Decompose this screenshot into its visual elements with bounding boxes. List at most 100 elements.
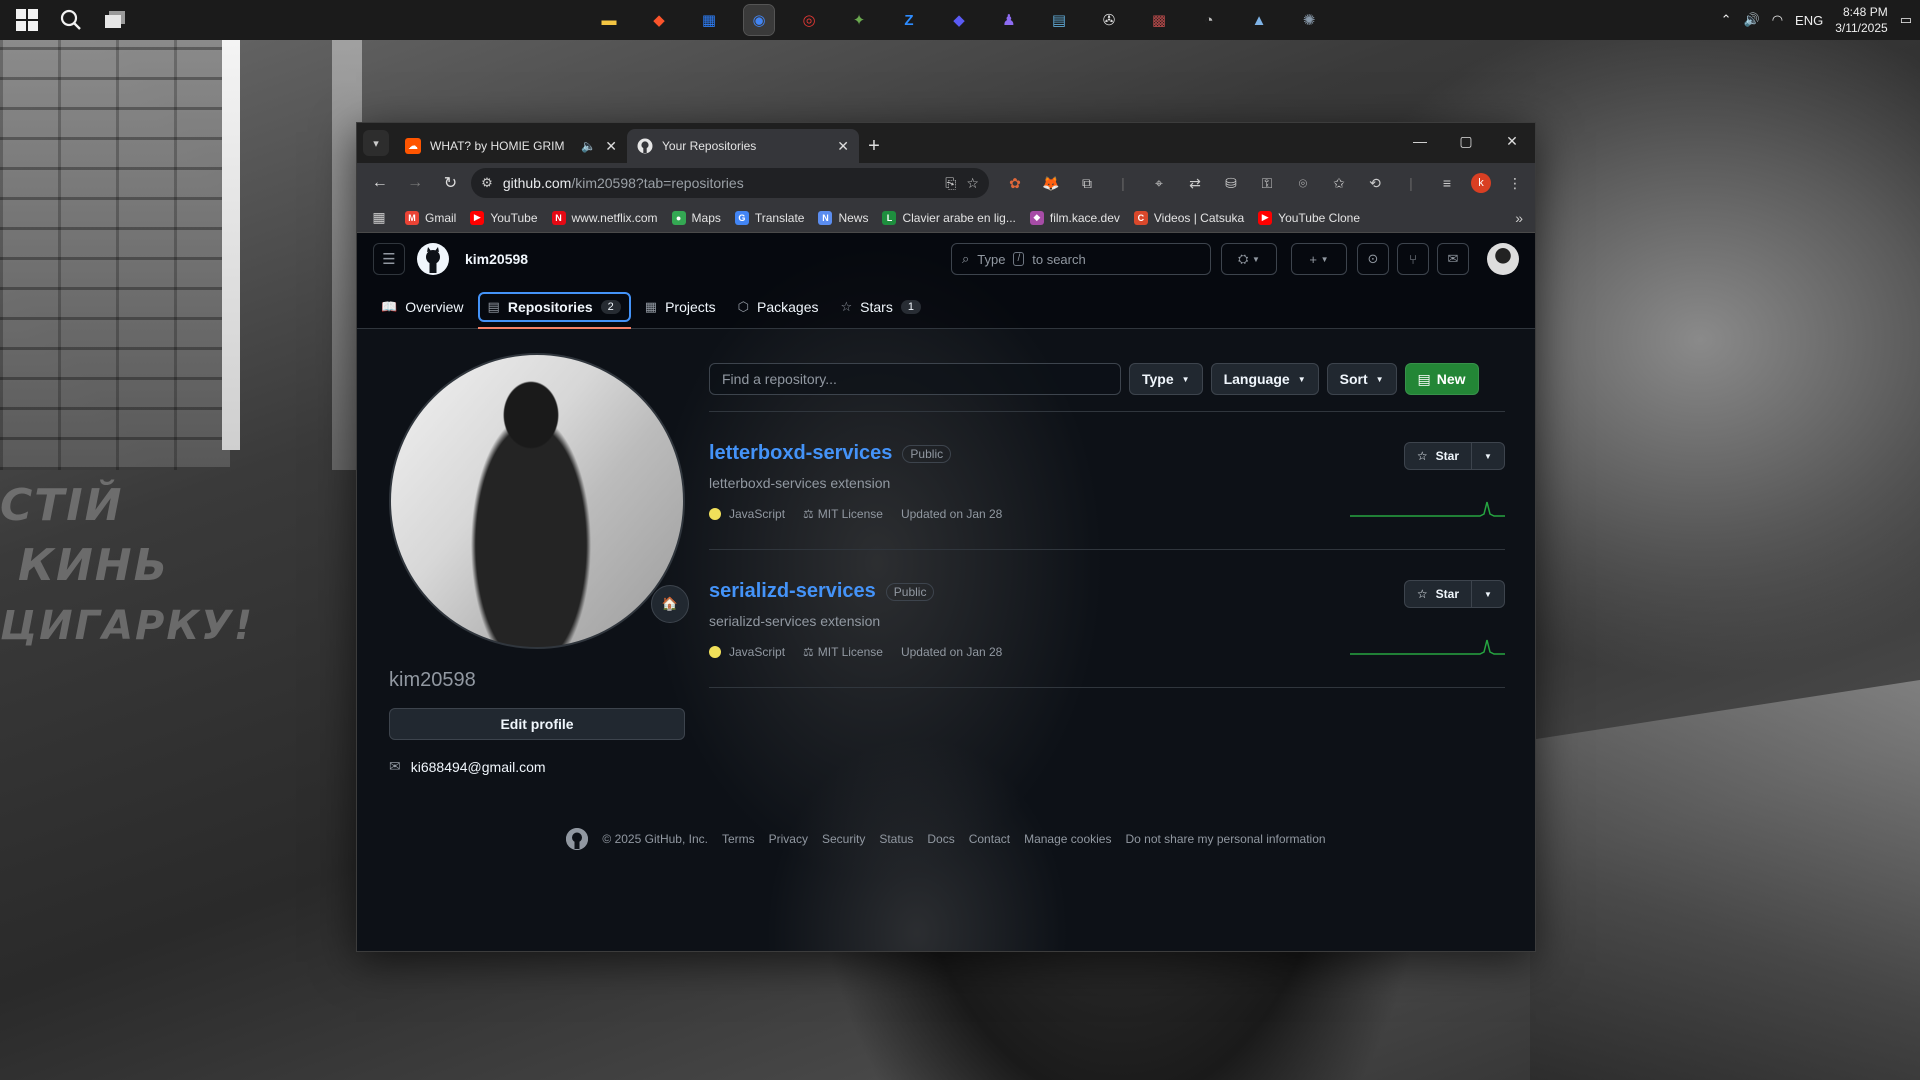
taskbar-app-app-game-icon[interactable]: ▩ — [1144, 5, 1174, 35]
tab-soundcloud[interactable]: ☁ WHAT? by HOMIE GRIM 🔈 ✕ — [395, 129, 627, 163]
repo-license[interactable]: ⚖ MIT License — [803, 507, 883, 521]
bookmark-item[interactable]: ◆ film.kace.dev — [1029, 210, 1120, 225]
media-icon[interactable]: ≡ — [1435, 171, 1459, 195]
language-filter-button[interactable]: Language ▼ — [1210, 363, 1319, 395]
more-menu-icon[interactable]: ⋮ — [1503, 171, 1527, 195]
taskbar-app-app-red-icon[interactable]: ◎ — [794, 5, 824, 35]
address-bar[interactable]: ⚙ github.com/kim20598?tab=repositories ⎘… — [471, 168, 989, 198]
audio-icon[interactable]: 🔈 — [581, 139, 596, 153]
taskbar-app-app-dial-icon[interactable]: ◔ — [1194, 5, 1224, 35]
incognito-icon[interactable]: ⛁ — [1219, 171, 1243, 195]
type-filter-button[interactable]: Type ▼ — [1129, 363, 1203, 395]
taskbar-app-chrome-icon[interactable]: ◉ — [743, 4, 775, 36]
taskbar-app-brave-icon[interactable]: ◆ — [644, 5, 674, 35]
taskbar-app-microsoft-store-icon[interactable]: ▦ — [694, 5, 724, 35]
tab-stars[interactable]: ☆ Stars 1 — [833, 292, 929, 322]
search-icon[interactable] — [56, 5, 86, 35]
extension-1-icon[interactable]: ✿ — [1003, 171, 1027, 195]
inbox-icon[interactable]: ✉ — [1437, 243, 1469, 275]
footer-link[interactable]: Security — [822, 832, 865, 846]
bookmark-item[interactable]: ▶ YouTube — [470, 210, 538, 225]
footer-link[interactable]: Status — [879, 832, 913, 846]
star-button[interactable]: ☆ Star — [1405, 581, 1472, 607]
github-mark-icon[interactable] — [566, 828, 589, 850]
taskbar-app-app-circle-icon[interactable]: ✇ — [1094, 5, 1124, 35]
volume-icon[interactable]: 🔊 — [1744, 12, 1760, 28]
profile-avatar-large[interactable] — [389, 353, 685, 649]
create-new-button[interactable]: + ▼ — [1291, 243, 1347, 275]
email-link[interactable]: ki688494@gmail.com — [411, 759, 546, 775]
passwords-icon[interactable]: ⚿ — [1255, 171, 1279, 195]
tab-overview[interactable]: 📖 Overview — [373, 292, 472, 322]
taskbar-app-app-purple-icon[interactable]: ♟ — [994, 5, 1024, 35]
language-indicator[interactable]: ENG — [1795, 13, 1823, 28]
header-avatar[interactable] — [1487, 243, 1519, 275]
status-emoji[interactable]: 🏠 — [651, 585, 689, 623]
taskbar-app-file-explorer-icon[interactable]: ▬ — [594, 5, 624, 35]
tab-search-button[interactable]: ▾ — [363, 130, 389, 156]
bookmark-star-icon[interactable]: ☆ — [966, 175, 979, 192]
wifi-icon[interactable]: ◠ — [1772, 12, 1783, 28]
repo-name-link[interactable]: letterboxd-services — [709, 442, 892, 465]
footer-link[interactable]: Manage cookies — [1024, 832, 1111, 846]
location-icon[interactable]: ⌾ — [1291, 171, 1315, 195]
extensions-icon[interactable]: ⧉ — [1075, 171, 1099, 195]
taskbar-app-app-screen-icon[interactable]: ▤ — [1044, 5, 1074, 35]
forward-icon[interactable]: → — [400, 168, 429, 198]
history-icon[interactable]: ⟲ — [1363, 171, 1387, 195]
new-tab-button[interactable]: + — [859, 129, 889, 163]
star-list-dropdown[interactable]: ▼ — [1472, 443, 1504, 469]
taskbar-app-app-atom-icon[interactable]: ✺ — [1294, 5, 1324, 35]
tab-packages[interactable]: ⬡ Packages — [730, 292, 827, 322]
star-button[interactable]: ☆ Star — [1405, 443, 1472, 469]
taskbar-app-zoom-icon[interactable]: Z — [894, 5, 924, 35]
footer-link[interactable]: Privacy — [769, 832, 808, 846]
bookmark-item[interactable]: N News — [818, 210, 868, 225]
bookmark-item[interactable]: ▶ YouTube Clone — [1258, 210, 1360, 225]
taskbar-app-app-bird-icon[interactable]: ✦ — [844, 5, 874, 35]
screenshot-icon[interactable]: ⌖ — [1147, 171, 1171, 195]
apps-grid-icon[interactable]: ▦ — [367, 206, 391, 230]
site-info-icon[interactable]: ⚙ — [481, 175, 493, 191]
footer-link[interactable]: Do not share my personal information — [1125, 832, 1325, 846]
sort-button[interactable]: Sort ▼ — [1326, 363, 1397, 395]
task-view-icon[interactable] — [100, 5, 130, 35]
bookmark-item[interactable]: M Gmail — [405, 210, 456, 225]
close-tab-icon[interactable]: ✕ — [605, 138, 617, 155]
bookmark-item[interactable]: G Translate — [734, 210, 804, 225]
profile-avatar[interactable]: k — [1470, 173, 1491, 193]
tab-projects[interactable]: ▦ Projects — [637, 292, 724, 322]
notification-icon[interactable]: ▭ — [1900, 12, 1912, 28]
header-username[interactable]: kim20598 — [465, 251, 528, 267]
chevron-up-icon[interactable]: ⌃ — [1721, 12, 1732, 28]
clock[interactable]: 8:48 PM 3/11/2025 — [1835, 4, 1888, 36]
bookmark-item[interactable]: C Videos | Catsuka — [1133, 210, 1244, 225]
close-tab-icon[interactable]: ✕ — [837, 138, 849, 155]
github-logo-icon[interactable] — [417, 243, 449, 275]
install-app-icon[interactable]: ⎘ — [945, 175, 956, 192]
edit-profile-button[interactable]: Edit profile — [389, 708, 685, 740]
repo-name-link[interactable]: serializd-services — [709, 580, 876, 603]
bookmark-item[interactable]: L Clavier arabe en lig... — [882, 210, 1016, 225]
reload-icon[interactable]: ↻ — [436, 168, 465, 198]
hamburger-menu-icon[interactable]: ☰ — [373, 243, 405, 275]
footer-link[interactable]: Contact — [969, 832, 1010, 846]
find-repository-input[interactable] — [709, 363, 1121, 395]
back-icon[interactable]: ← — [365, 168, 394, 198]
maximize-icon[interactable]: ▢ — [1443, 123, 1489, 159]
tab-repositories[interactable]: ▤ Repositories 2 — [477, 291, 632, 329]
metamask-icon[interactable]: 🦊 — [1039, 171, 1063, 195]
footer-link[interactable]: Terms — [722, 832, 755, 846]
bookmark-item[interactable]: Nwww.netflix.com — [551, 210, 658, 225]
bookmarks-overflow-icon[interactable]: » — [1515, 210, 1523, 226]
star-list-dropdown[interactable]: ▼ — [1472, 581, 1504, 607]
bookmark-item[interactable]: ● Maps — [671, 210, 721, 225]
issues-icon[interactable]: ⊙ — [1357, 243, 1389, 275]
new-repository-button[interactable]: ▤ New — [1404, 363, 1479, 395]
taskbar-app-app-diamond-icon[interactable]: ◆ — [944, 5, 974, 35]
tab-github[interactable]: Your Repositories ✕ — [627, 129, 859, 163]
windows-icon[interactable] — [12, 5, 42, 35]
repo-license[interactable]: ⚖ MIT License — [803, 645, 883, 659]
favorites-icon[interactable]: ✩ — [1327, 171, 1351, 195]
taskbar-app-app-monitor-icon[interactable]: ▲ — [1244, 5, 1274, 35]
